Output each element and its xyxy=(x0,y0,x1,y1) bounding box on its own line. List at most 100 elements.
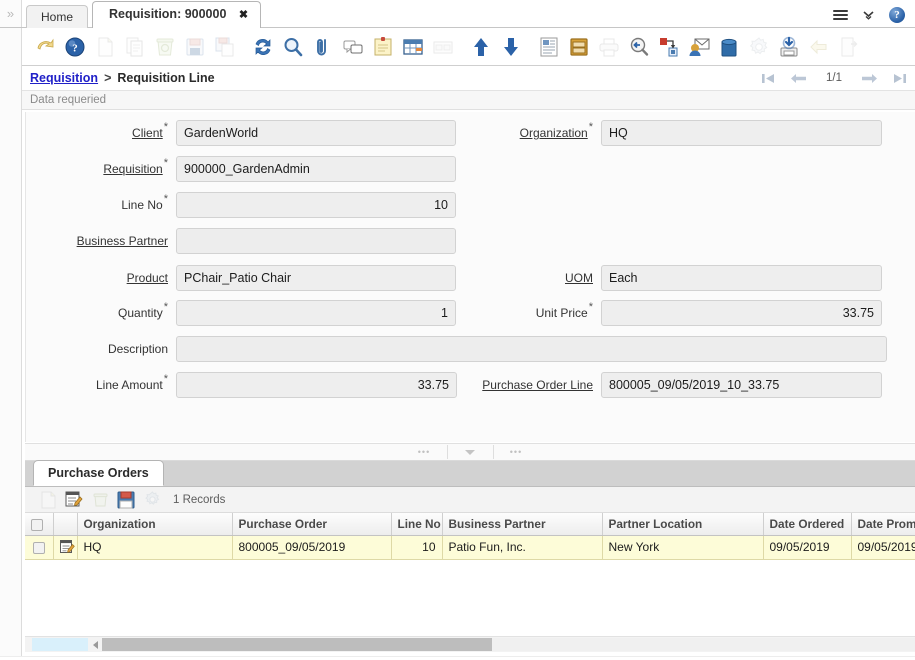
next-record-button[interactable] xyxy=(861,72,878,85)
hamburger-icon[interactable] xyxy=(833,8,848,22)
delete-record-button[interactable] xyxy=(89,489,111,511)
cell-partner-location[interactable]: New York xyxy=(602,535,763,559)
save-create-button[interactable] xyxy=(210,32,240,62)
breadcrumb-parent-link[interactable]: Requisition xyxy=(30,71,98,85)
select-all-header[interactable] xyxy=(25,513,53,535)
table-row[interactable]: HQ 800005_09/05/2019 10 Patio Fun, Inc. … xyxy=(25,535,915,559)
triangle-down-icon[interactable] xyxy=(448,444,493,460)
business-partner-label: Business Partner xyxy=(26,231,176,251)
field-row-purchase-order-line: Purchase Order Line 800005_09/05/2019_10… xyxy=(458,372,882,398)
organization-field[interactable]: HQ xyxy=(601,120,882,146)
grid-col-date-promised[interactable]: Date Promised xyxy=(851,513,915,535)
row-edit-cell[interactable] xyxy=(53,535,77,559)
description-field[interactable] xyxy=(176,336,887,362)
cell-date-ordered[interactable]: 09/05/2019 xyxy=(763,535,851,559)
zoom-back-icon[interactable] xyxy=(624,32,654,62)
organization-label: Organization* xyxy=(458,123,601,143)
report-document-icon[interactable] xyxy=(534,32,564,62)
arrow-up-icon[interactable] xyxy=(466,32,496,62)
customize-form-icon[interactable] xyxy=(428,32,458,62)
grid-col-partner-location[interactable]: Partner Location xyxy=(602,513,763,535)
quantity-label: Quantity* xyxy=(26,303,176,323)
paperclip-icon[interactable] xyxy=(308,32,338,62)
post-it-note-icon[interactable] xyxy=(368,32,398,62)
ignore-button[interactable] xyxy=(30,32,60,62)
tab-purchase-orders[interactable]: Purchase Orders xyxy=(33,460,164,486)
business-partner-field[interactable] xyxy=(176,228,456,254)
printer-icon[interactable] xyxy=(594,32,624,62)
delete-button[interactable] xyxy=(150,32,180,62)
scrollbar-track[interactable] xyxy=(102,638,915,651)
help-icon[interactable]: ? xyxy=(889,7,905,23)
gear-icon[interactable] xyxy=(744,32,774,62)
breadcrumb-current: Requisition Line xyxy=(117,71,214,85)
copy-button[interactable] xyxy=(120,32,150,62)
import-file-icon[interactable] xyxy=(804,32,834,62)
product-label: Product xyxy=(26,268,176,288)
last-record-button[interactable] xyxy=(892,72,907,85)
new-button[interactable] xyxy=(90,32,120,62)
chat-bubbles-icon[interactable] xyxy=(338,32,368,62)
scrollbar-thumb[interactable] xyxy=(102,638,492,651)
detail-panel: Purchase Orders 1 Records xyxy=(25,461,915,660)
grid-col-business-partner[interactable]: Business Partner xyxy=(442,513,602,535)
chevron-double-right-icon[interactable]: » xyxy=(0,0,22,27)
process-button[interactable] xyxy=(141,489,163,511)
client-field[interactable]: GardenWorld xyxy=(176,120,456,146)
tab-home[interactable]: Home xyxy=(26,5,88,28)
row-select-cell[interactable] xyxy=(25,535,53,559)
uom-field[interactable]: Each xyxy=(601,265,882,291)
cell-date-promised[interactable]: 09/05/2019 xyxy=(851,535,915,559)
scrollbar-corner xyxy=(32,638,88,651)
product-field[interactable]: PChair_Patio Chair xyxy=(176,265,456,291)
purchase-order-line-field[interactable]: 800005_09/05/2019_10_33.75 xyxy=(601,372,882,398)
product-box-icon[interactable] xyxy=(714,32,744,62)
line-no-field[interactable]: 10 xyxy=(176,192,456,218)
export-disk-icon[interactable] xyxy=(774,32,804,62)
cell-organization[interactable]: HQ xyxy=(77,535,232,559)
grid-col-organization[interactable]: Organization xyxy=(77,513,232,535)
scroll-left-button[interactable] xyxy=(88,638,102,652)
breadcrumb: Requisition > Requisition Line 1/1 xyxy=(22,66,915,91)
first-record-button[interactable] xyxy=(761,72,776,85)
select-all-checkbox[interactable] xyxy=(31,519,43,531)
field-row-description: Description xyxy=(26,336,887,362)
unit-price-field[interactable]: 33.75 xyxy=(601,300,882,326)
request-mail-icon[interactable] xyxy=(684,32,714,62)
exit-door-icon[interactable] xyxy=(834,32,864,62)
archive-drawer-icon[interactable] xyxy=(564,32,594,62)
magnifier-icon[interactable] xyxy=(278,32,308,62)
grid-col-line-no[interactable]: Line No xyxy=(391,513,442,535)
description-label: Description xyxy=(26,339,176,359)
previous-record-button[interactable] xyxy=(790,72,807,85)
help-button[interactable]: ? xyxy=(60,32,90,62)
left-rail xyxy=(0,28,22,660)
workflow-node-icon[interactable] xyxy=(654,32,684,62)
panel-splitter[interactable]: ••• ••• xyxy=(25,443,915,461)
requisition-field[interactable]: 900000_GardenAdmin xyxy=(176,156,456,182)
cell-purchase-order[interactable]: 800005_09/05/2019 xyxy=(232,535,391,559)
edit-record-icon[interactable] xyxy=(60,540,75,554)
save-record-button[interactable] xyxy=(115,489,137,511)
close-icon[interactable]: ✖ xyxy=(239,9,248,21)
quantity-field[interactable]: 1 xyxy=(176,300,456,326)
save-button[interactable] xyxy=(180,32,210,62)
chevron-double-down-icon[interactable] xyxy=(862,9,875,22)
unit-price-label: Unit Price* xyxy=(458,303,601,323)
arrow-down-icon[interactable] xyxy=(496,32,526,62)
grid-col-purchase-order[interactable]: Purchase Order xyxy=(232,513,391,535)
cell-business-partner[interactable]: Patio Fun, Inc. xyxy=(442,535,602,559)
tab-requisition[interactable]: Requisition: 900000 ✖ xyxy=(92,1,261,28)
line-amount-field[interactable]: 33.75 xyxy=(176,372,457,398)
new-record-button[interactable] xyxy=(37,489,59,511)
splitter-dots-left: ••• xyxy=(402,444,447,460)
grid-table-icon[interactable] xyxy=(398,32,428,62)
cell-line-no[interactable]: 10 xyxy=(391,535,442,559)
window-tab-strip: » Home Requisition: 900000 ✖ ? xyxy=(0,0,915,28)
horizontal-scrollbar[interactable] xyxy=(25,636,915,652)
edit-record-button[interactable] xyxy=(63,489,85,511)
grid-col-date-ordered[interactable]: Date Ordered xyxy=(763,513,851,535)
row-checkbox[interactable] xyxy=(33,542,45,554)
record-count-label: 1 Records xyxy=(173,494,225,506)
refresh-button[interactable] xyxy=(248,32,278,62)
